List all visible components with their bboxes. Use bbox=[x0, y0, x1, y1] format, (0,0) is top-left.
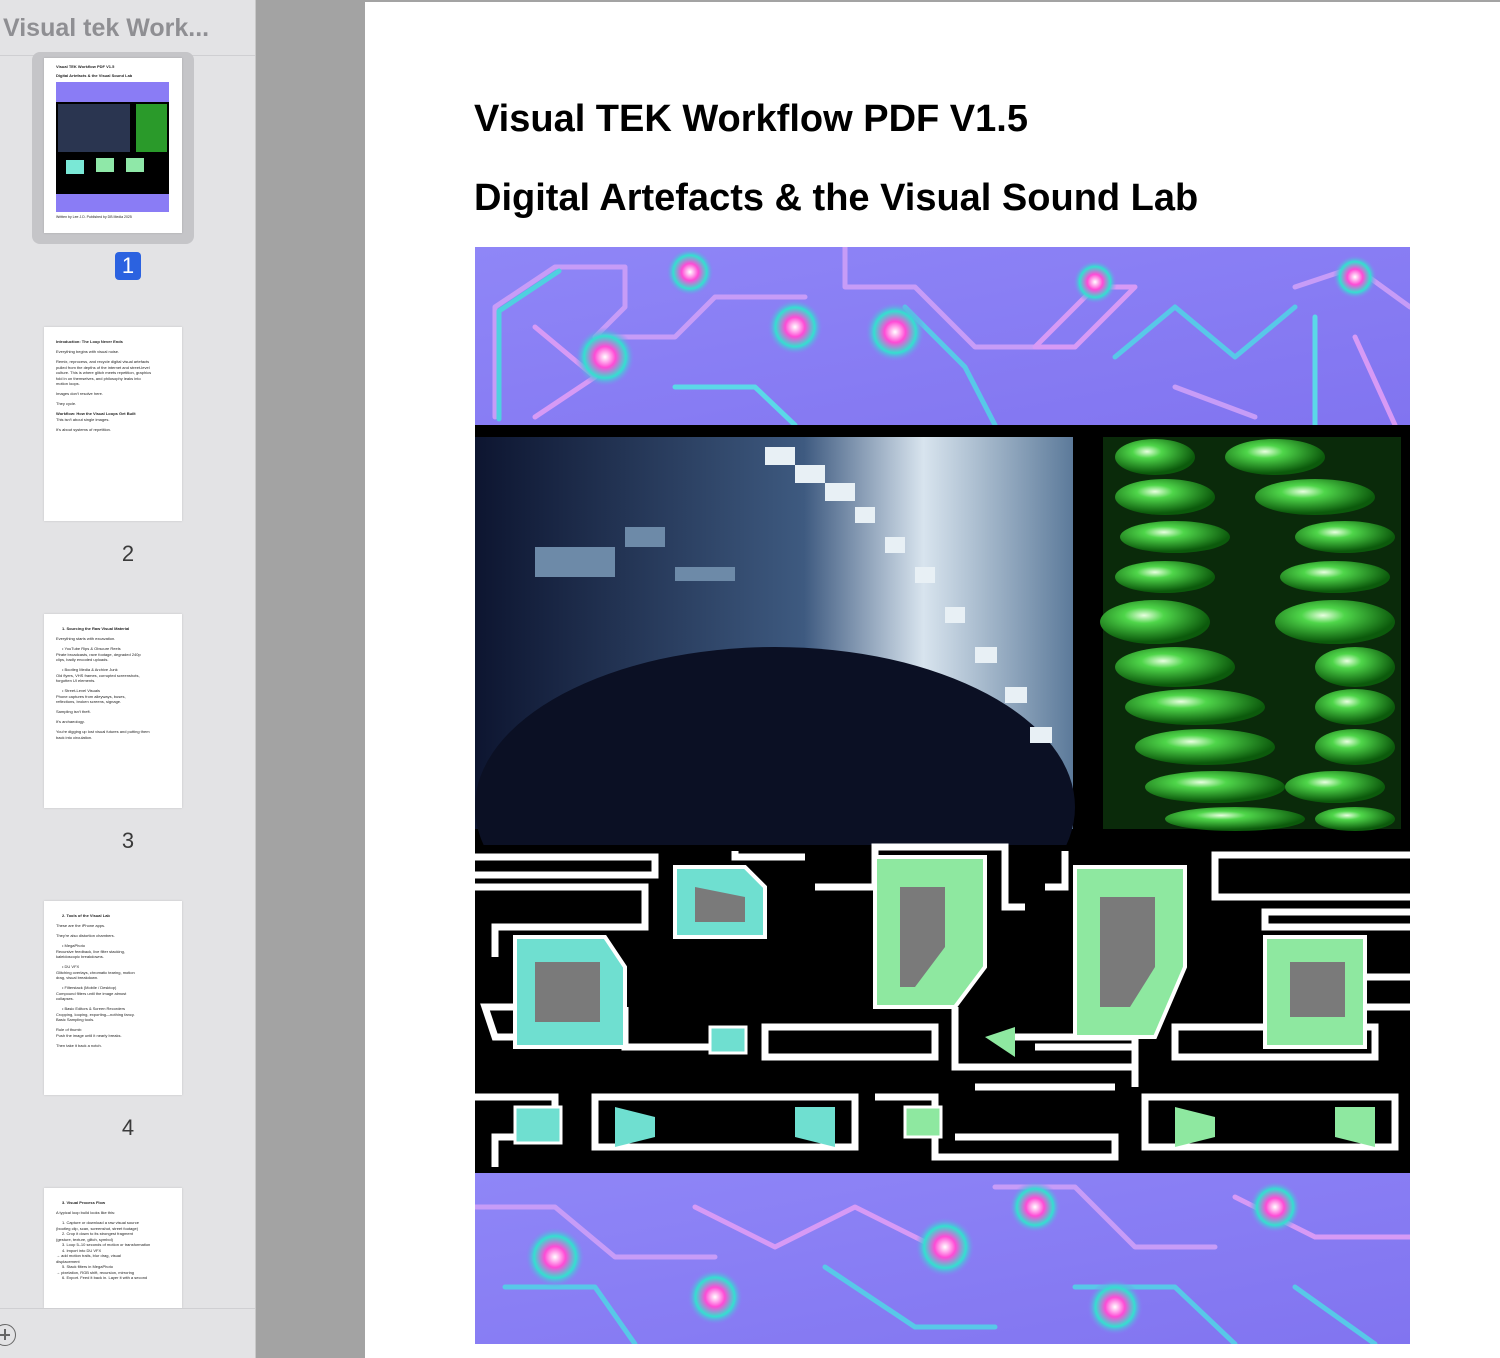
thumb-line: 4. Import into DU VFX bbox=[62, 1247, 102, 1253]
thumb-line: They're also distortion chambers. bbox=[56, 933, 115, 938]
thumb-line: reflections, broken screens, signage. bbox=[56, 699, 122, 704]
thumb-line: 5. Stack filters in MegaPhoto bbox=[62, 1264, 113, 1269]
thumb-line: pulled from the depths of the internet a… bbox=[56, 364, 150, 370]
thumb-line: Cropping, looping, exporting—nothing fan… bbox=[56, 1011, 135, 1017]
thumbnail-page-5[interactable]: 3. Visual Process Flow A typical loop bui… bbox=[44, 1188, 182, 1308]
thumb-line: • Filterstack (Mobile / Desktop) bbox=[62, 985, 117, 990]
thumb-line: Everything starts with excavation. bbox=[56, 636, 116, 641]
thumb-line: forgotten UI elements. bbox=[56, 678, 96, 683]
thumb-line: back into circulation. bbox=[56, 734, 93, 740]
thumb-artwork bbox=[56, 82, 169, 212]
thumb-line: clips, badly encoded uploads. bbox=[56, 657, 109, 662]
thumb-line: You're digging up lost visual futures an… bbox=[56, 729, 150, 734]
thumb-line: fold in on themselves, and philosophy le… bbox=[56, 375, 141, 381]
thumb-line: Compound filters until the image almost bbox=[56, 990, 127, 996]
thumb-line: This isn't about single images. bbox=[56, 416, 110, 422]
thumb-line: Pirate broadcasts, rave footage, degrade… bbox=[56, 651, 141, 657]
thumb-footer: Written by Lee J.D. Published by DB Medi… bbox=[56, 215, 132, 219]
thumb-line: • Street-Level Visuals bbox=[62, 688, 101, 693]
top-normal-map-band bbox=[475, 247, 1410, 428]
thumb-line: A typical loop build looks like this: bbox=[56, 1210, 116, 1215]
thumb-line: Images don't resolve here. bbox=[56, 391, 104, 396]
page-number-1[interactable]: 1 bbox=[0, 252, 255, 280]
thumb-line: Phone captures from alleyways, buses, bbox=[56, 693, 126, 699]
thumb-line: displacement bbox=[56, 1258, 80, 1264]
thumb-line: kaleidoscopic breakdowns. bbox=[56, 954, 104, 959]
thumb-line: 1. Sourcing the Raw Visual Material bbox=[62, 626, 130, 631]
document-subtitle: Digital Artefacts & the Visual Sound Lab bbox=[474, 177, 1199, 219]
thumb-line: Then take it back a notch. bbox=[56, 1042, 102, 1048]
thumb-line: • Basic Editors & Screen Recorders bbox=[62, 1006, 125, 1011]
thumb-line: → pixelation, RGB shift, recursion, mirr… bbox=[56, 1269, 135, 1275]
cover-artwork bbox=[475, 247, 1410, 1344]
page-number-3[interactable]: 3 bbox=[0, 828, 255, 854]
thumb-line: → add motion trails, blur drag, visual bbox=[56, 1253, 121, 1258]
thumb-line: 6. Export. Feed it back in. Layer it wit… bbox=[62, 1275, 148, 1280]
thumbnail-page-2[interactable]: Introduction: The Loop Never Ends Everyth… bbox=[44, 327, 182, 521]
thumb-line: Old flyers, VHS frames, corrupted screen… bbox=[56, 672, 140, 678]
bottom-normal-map-band bbox=[475, 1173, 1410, 1344]
thumbnail-page-1[interactable]: Visual TEK Workflow PDF V1.5 Digital Art… bbox=[44, 58, 182, 233]
thumbnail-sidebar: Visual tek Work... Visual TEK Workflow P… bbox=[0, 0, 256, 1358]
thumb-line: collapses. bbox=[56, 996, 74, 1001]
thumb-line: Introduction: The Loop Never Ends bbox=[56, 339, 123, 344]
thumb-line: Recursive feedback, live filter stacking… bbox=[56, 948, 125, 954]
page-number-4[interactable]: 4 bbox=[0, 1115, 255, 1141]
thumb-line: Visual TEK Workflow PDF V1.5 bbox=[56, 64, 115, 69]
thumb-line: culture. This is where glitch meets repe… bbox=[56, 370, 152, 375]
thumb-line: Basic Sampling tools. bbox=[56, 1017, 95, 1022]
thumb-line: • Bootleg Media & Archive Junk bbox=[62, 667, 118, 672]
thumb-line: 3. Visual Process Flow bbox=[62, 1200, 106, 1205]
thumb-line: It's archaeology. bbox=[56, 719, 85, 724]
thumb-line: Rule of thumb: bbox=[56, 1027, 83, 1032]
circuit-band bbox=[475, 843, 1410, 1173]
thumb-line: 2. Crop it down to its strongest fragmen… bbox=[62, 1231, 133, 1236]
thumb-line: • MegaPhoto bbox=[62, 943, 85, 948]
thumbnail-page-3[interactable]: 1. Sourcing the Raw Visual Material Every… bbox=[44, 614, 182, 808]
thumb-line: 2. Tools of the Visual Lab bbox=[62, 913, 110, 918]
thumb-line: 3. Loop 5–10 seconds of motion or transf… bbox=[62, 1242, 151, 1247]
green-spheres-image bbox=[1100, 437, 1401, 831]
thumb-line: Everything begins with visual noise. bbox=[56, 349, 120, 354]
thumb-line: Digital Artefacts & the Visual Sound Lab bbox=[56, 73, 133, 78]
thumb-line: 1. Capture or download a raw visual sour… bbox=[62, 1220, 139, 1225]
document-page: Visual TEK Workflow PDF V1.5 Digital Art… bbox=[365, 2, 1500, 1358]
thumb-line: • DU VFX bbox=[62, 964, 80, 969]
thumb-line: These are the iPhone apps. bbox=[56, 923, 106, 928]
thumb-line: motion loops. bbox=[56, 381, 80, 386]
thumb-line: (bootleg clip, scan, screenshot, street … bbox=[56, 1225, 139, 1231]
thumb-line: drag, visual breakdown. bbox=[56, 975, 99, 980]
thumbnail-page-4[interactable]: 2. Tools of the Visual Lab These are the … bbox=[44, 901, 182, 1095]
thumb-line: (gesture, texture, glitch, symbol) bbox=[56, 1236, 113, 1242]
thumb-line: Glitching overlays, chromatic tearing, m… bbox=[56, 969, 135, 975]
thumb-line: They cycle. bbox=[56, 401, 77, 406]
sidebar-footer bbox=[0, 1308, 255, 1358]
thumb-line: Sampling isn't theft. bbox=[56, 709, 91, 714]
add-circle-icon[interactable] bbox=[0, 1324, 16, 1346]
thumb-line: Push the image until it nearly breaks. bbox=[56, 1032, 122, 1038]
thumb-line: It's about systems of repetition. bbox=[56, 426, 112, 432]
sidebar-title: Visual tek Work... bbox=[0, 0, 255, 56]
document-title: Visual TEK Workflow PDF V1.5 bbox=[474, 98, 1028, 140]
thumb-line: Workflow: How the Visual Loops Get Built bbox=[56, 411, 136, 416]
thumb-line: Remix, reprocess, and recycle digital vi… bbox=[56, 359, 150, 364]
page-number-2[interactable]: 2 bbox=[0, 541, 255, 567]
thumb-line: • YouTube Rips & Obscure Reels bbox=[62, 646, 121, 651]
